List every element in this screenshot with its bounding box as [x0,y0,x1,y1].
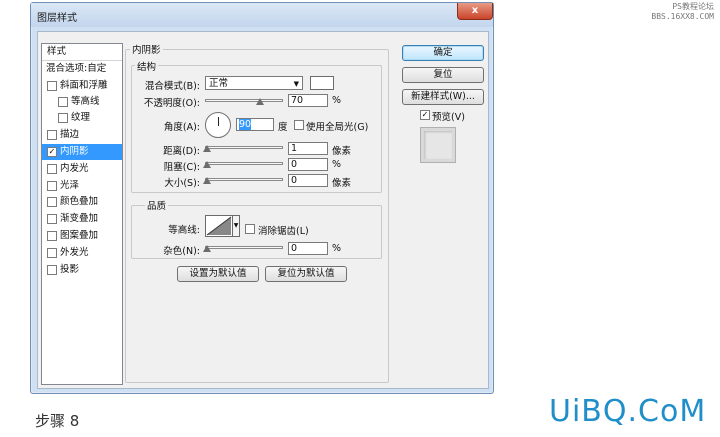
noise-slider-thumb[interactable] [203,245,211,252]
reset-button[interactable]: 复位 [402,67,484,83]
choke-input[interactable]: 0 [288,158,328,171]
blend-mode-value: 正常 [209,78,229,89]
layer-style-dialog: 图层样式 x 样式 混合选项:自定 斜面和浮雕 等高线 纹理 描边 ✓ 内阴影 … [30,2,494,394]
distance-label: 距离(D): [163,146,200,157]
window-title: 图层样式 [37,13,77,24]
texture-checkbox[interactable] [58,113,68,123]
distance-input[interactable]: 1 [288,142,328,155]
contour-picker[interactable] [205,215,233,237]
outer-glow-checkbox[interactable] [47,248,57,258]
noise-unit: % [332,243,342,254]
size-slider-thumb[interactable] [203,177,211,184]
style-item-bevel-emboss[interactable]: 斜面和浮雕 [42,78,122,94]
choke-label: 阻塞(C): [163,162,200,173]
angle-value: 90 [239,119,252,130]
opacity-unit: % [332,95,342,106]
opacity-input[interactable]: 70 [288,94,328,107]
style-list: 样式 混合选项:自定 斜面和浮雕 等高线 纹理 描边 ✓ 内阴影 内发光 光泽 … [41,43,123,385]
opacity-slider-thumb[interactable] [255,98,264,105]
style-item-pattern-overlay[interactable]: 图案叠加 [42,228,122,244]
watermark-line2: BBS.16XX8.COM [651,12,714,21]
contour-dropdown-arrow[interactable]: ▼ [233,215,240,237]
global-light-checkbox[interactable] [294,120,304,130]
distance-slider-thumb[interactable] [203,145,211,152]
style-item-drop-shadow[interactable]: 投影 [42,262,122,278]
color-overlay-checkbox[interactable] [47,197,57,207]
distance-slider-track[interactable] [205,146,283,149]
style-item-contour[interactable]: 等高线 [42,94,122,110]
choke-slider-thumb[interactable] [203,161,211,168]
reset-to-default-button[interactable]: 复位为默认值 [265,266,347,282]
style-item-stroke[interactable]: 描边 [42,127,122,143]
blend-mode-label: 混合模式(B): [144,81,200,92]
chevron-down-icon: ▼ [293,80,299,88]
watermark: PS教程论坛 BBS.16XX8.COM [651,2,714,22]
anti-alias-label: 消除锯齿(L) [258,226,309,237]
style-item-satin[interactable]: 光泽 [42,178,122,194]
gradient-overlay-checkbox[interactable] [47,214,57,224]
contour-checkbox[interactable] [58,97,68,107]
inner-shadow-checkbox[interactable]: ✓ [47,147,57,157]
choke-unit: % [332,159,342,170]
angle-input[interactable]: 90 [236,118,274,131]
style-preview-thumbnail [420,127,456,163]
style-item-color-overlay[interactable]: 颜色叠加 [42,194,122,210]
site-logo-text: UiBQ.CoM [549,394,707,429]
size-input[interactable]: 0 [288,174,328,187]
quality-title: 品质 [145,198,169,212]
noise-slider-track[interactable] [205,246,283,249]
stroke-checkbox[interactable] [47,130,57,140]
title-bar: 图层样式 x [31,3,493,27]
choke-slider-track[interactable] [205,162,283,165]
global-light-label: 使用全局光(G) [306,122,369,133]
style-item-gradient-overlay[interactable]: 渐变叠加 [42,211,122,227]
close-button[interactable]: x [457,3,493,20]
structure-title: 结构 [135,59,159,73]
drop-shadow-checkbox[interactable] [47,265,57,275]
style-item-inner-glow[interactable]: 内发光 [42,161,122,177]
angle-dial-hand [218,117,219,126]
style-list-header[interactable]: 样式 [42,44,122,61]
blend-options-item[interactable]: 混合选项:自定 [42,61,122,77]
shadow-color-swatch[interactable] [310,76,334,90]
inner-shadow-title: 内阴影 [130,42,163,56]
preview-checkbox[interactable]: ✓ [420,110,430,120]
pattern-overlay-checkbox[interactable] [47,231,57,241]
new-style-button[interactable]: 新建样式(W)... [402,89,484,105]
distance-unit: 像素 [332,146,352,157]
style-item-outer-glow[interactable]: 外发光 [42,245,122,261]
inner-glow-checkbox[interactable] [47,164,57,174]
size-unit: 像素 [332,178,352,189]
make-default-button[interactable]: 设置为默认值 [177,266,259,282]
size-label: 大小(S): [164,178,200,189]
noise-label: 杂色(N): [163,246,200,257]
anti-alias-checkbox[interactable] [245,224,255,234]
opacity-slider-track[interactable] [205,99,283,102]
noise-input[interactable]: 0 [288,242,328,255]
preview-label: 预览(V) [432,112,465,123]
opacity-label: 不透明度(O): [143,98,200,109]
ok-button[interactable]: 确定 [402,45,484,61]
satin-checkbox[interactable] [47,181,57,191]
blend-mode-select[interactable]: 正常 ▼ [205,76,303,90]
bevel-emboss-checkbox[interactable] [47,81,57,91]
angle-label: 角度(A): [163,122,200,133]
angle-dial[interactable] [205,112,231,138]
contour-label: 等高线: [168,225,200,236]
step-caption: 步骤 8 [35,412,80,430]
size-slider-track[interactable] [205,178,283,181]
dialog-body: 样式 混合选项:自定 斜面和浮雕 等高线 纹理 描边 ✓ 内阴影 内发光 光泽 … [37,31,489,389]
contour-curve-icon [206,216,232,236]
angle-unit: 度 [278,122,288,133]
watermark-line1: PS教程论坛 [672,2,714,11]
style-item-texture[interactable]: 纹理 [42,110,122,126]
style-item-inner-shadow[interactable]: ✓ 内阴影 [42,144,122,160]
